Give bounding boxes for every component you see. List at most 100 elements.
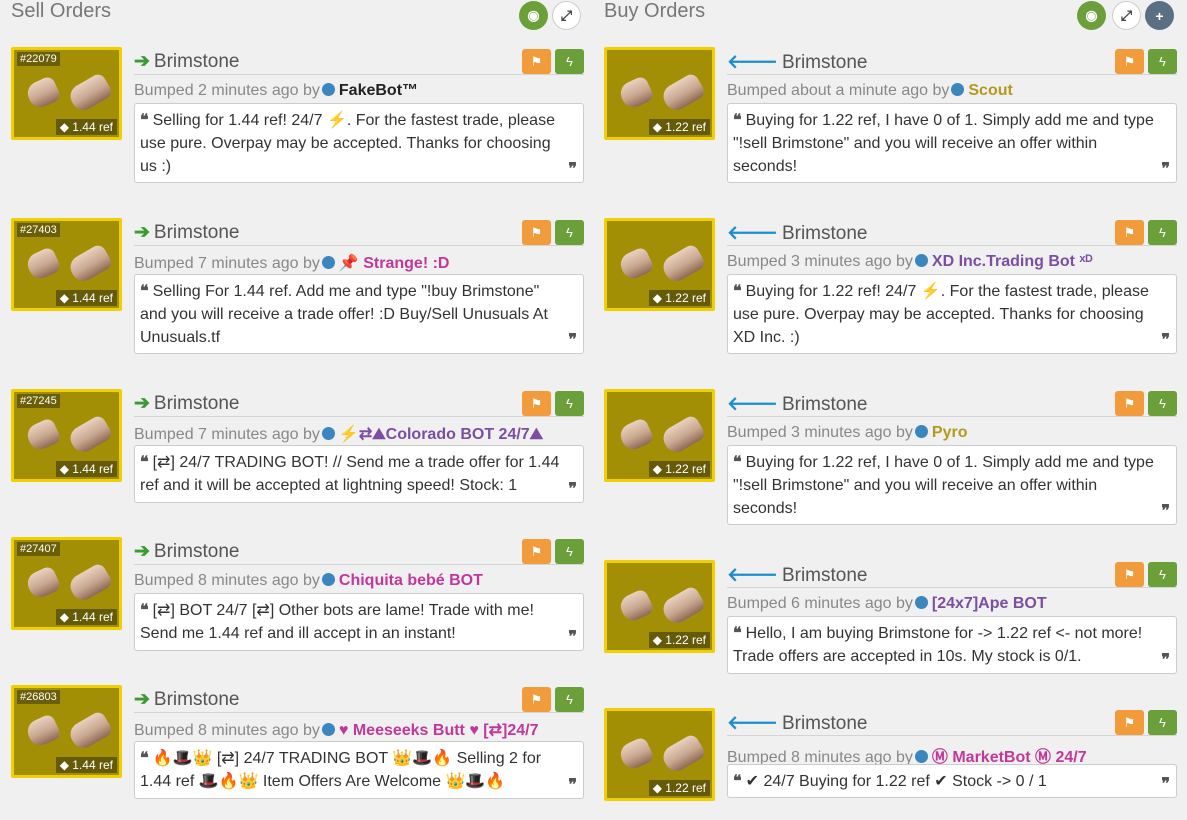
- flag-button[interactable]: ⚑: [1115, 391, 1144, 416]
- flag-button[interactable]: ⚑: [522, 539, 551, 564]
- item-image-part: [23, 712, 63, 750]
- item-thumbnail[interactable]: ◆ 1.22 ref: [604, 560, 715, 653]
- listing-message: ❝ 🔥🎩👑 [⇄] 24/7 TRADING BOT 👑🎩🔥 Selling 2 …: [134, 741, 584, 799]
- user-name[interactable]: [24x7]Ape BOT: [932, 595, 1047, 612]
- listing-message: ❝ Hello, I am buying Brimstone for -> 1.2…: [727, 616, 1177, 674]
- user-name[interactable]: XD Inc.Trading Bot ˣᴰ: [932, 253, 1093, 270]
- online-status-icon: [914, 425, 928, 438]
- quick-trade-button[interactable]: ϟ: [1148, 220, 1177, 245]
- item-image-part: [23, 74, 63, 112]
- item-thumbnail[interactable]: ◆ 1.22 ref: [604, 47, 715, 140]
- flag-button[interactable]: ⚑: [522, 220, 551, 245]
- arrow-left-icon: 🡐: [727, 394, 778, 415]
- price-tag: ◆ 1.22 ref: [648, 119, 710, 135]
- bump-text: Bumped 8 minutes ago by: [134, 722, 320, 739]
- quote-close-icon: ❞: [1161, 332, 1170, 349]
- expand-icon: ⤢: [560, 7, 573, 23]
- item-image-part: [616, 587, 656, 625]
- item-thumbnail[interactable]: #27407 ◆ 1.44 ref: [11, 537, 122, 630]
- item-name[interactable]: Brimstone: [154, 541, 240, 562]
- item-image-part: [66, 413, 114, 457]
- buy-orders-panel: Buy Orders ◉ ⤢ +: [604, 0, 1177, 30]
- flag-icon: ⚑: [1123, 224, 1136, 240]
- quote-open-icon: ❝: [733, 112, 742, 129]
- quick-trade-button[interactable]: ϟ: [555, 220, 584, 245]
- message-text: Selling for 1.44 ref! 24/7 ⚡. For the fa…: [140, 112, 555, 175]
- item-image-part: [23, 564, 63, 602]
- item-image-part: [66, 71, 114, 115]
- item-name[interactable]: Brimstone: [154, 222, 240, 243]
- item-name[interactable]: Brimstone: [782, 52, 868, 73]
- price-tag: ◆ 1.22 ref: [648, 461, 710, 477]
- item-thumbnail[interactable]: #26803 ◆ 1.44 ref: [11, 685, 122, 778]
- flag-icon: ⚑: [530, 691, 543, 707]
- online-status-icon: [321, 256, 335, 269]
- expand-button[interactable]: ⤢: [1112, 1, 1141, 30]
- item-thumbnail[interactable]: ◆ 1.22 ref: [604, 218, 715, 311]
- expand-button[interactable]: ⤢: [552, 1, 581, 30]
- lightning-icon: ϟ: [566, 692, 573, 707]
- item-name[interactable]: Brimstone: [782, 713, 868, 734]
- message-text: [⇄] 24/7 TRADING BOT! // Send me a trade…: [140, 454, 560, 494]
- flag-icon: ⚑: [1123, 53, 1136, 69]
- price-tag: ◆ 1.44 ref: [55, 119, 117, 135]
- lightning-icon: ϟ: [566, 544, 573, 559]
- quick-trade-button[interactable]: ϟ: [555, 539, 584, 564]
- item-name[interactable]: Brimstone: [782, 394, 868, 415]
- flag-button[interactable]: ⚑: [1115, 710, 1144, 735]
- item-name[interactable]: Brimstone: [782, 565, 868, 586]
- bump-text: Bumped 6 minutes ago by: [727, 595, 913, 612]
- message-text: Selling For 1.44 ref. Add me and type "!…: [140, 283, 548, 346]
- item-image-part: [66, 561, 114, 605]
- user-name[interactable]: Pyro: [932, 424, 968, 441]
- bump-text: Bumped 7 minutes ago by: [134, 255, 320, 272]
- toggle-visibility-button[interactable]: ◉: [1077, 1, 1106, 30]
- add-order-button[interactable]: +: [1145, 1, 1174, 30]
- item-thumbnail[interactable]: #27245 ◆ 1.44 ref: [11, 389, 122, 482]
- item-thumbnail[interactable]: ◆ 1.22 ref: [604, 708, 715, 801]
- quote-close-icon: ❞: [568, 481, 577, 498]
- online-status-icon: [321, 723, 335, 736]
- user-name[interactable]: Chiquita bebé BOT: [339, 572, 483, 589]
- item-name[interactable]: Brimstone: [154, 51, 240, 72]
- user-name[interactable]: FakeBot™: [339, 82, 418, 99]
- quote-close-icon: ❞: [1161, 503, 1170, 520]
- quick-trade-button[interactable]: ϟ: [555, 391, 584, 416]
- item-name[interactable]: Brimstone: [154, 689, 240, 710]
- item-image-part: [659, 71, 707, 115]
- flag-icon: ⚑: [1123, 395, 1136, 411]
- flag-button[interactable]: ⚑: [1115, 220, 1144, 245]
- flag-button[interactable]: ⚑: [522, 391, 551, 416]
- user-name[interactable]: ⚡⇄⛰Colorado BOT 24/7⛰: [339, 426, 543, 443]
- arrow-left-icon: 🡐: [727, 52, 778, 73]
- flag-button[interactable]: ⚑: [1115, 562, 1144, 587]
- item-thumbnail[interactable]: #27403 ◆ 1.44 ref: [11, 218, 122, 311]
- item-name[interactable]: Brimstone: [782, 223, 868, 244]
- eye-slash-icon: ◉: [527, 7, 540, 23]
- item-thumbnail[interactable]: ◆ 1.22 ref: [604, 389, 715, 482]
- quick-trade-button[interactable]: ϟ: [555, 687, 584, 712]
- user-name[interactable]: 📌 Strange! :D: [339, 255, 450, 272]
- quote-close-icon: ❞: [568, 629, 577, 646]
- bump-text: Bumped 7 minutes ago by: [134, 426, 320, 443]
- item-image-part: [659, 584, 707, 628]
- quick-trade-button[interactable]: ϟ: [1148, 49, 1177, 74]
- quote-open-icon: ❝: [733, 625, 742, 642]
- item-image-part: [66, 242, 114, 286]
- item-name[interactable]: Brimstone: [154, 393, 240, 414]
- quick-trade-button[interactable]: ϟ: [1148, 710, 1177, 735]
- flag-button[interactable]: ⚑: [1115, 49, 1144, 74]
- flag-button[interactable]: ⚑: [522, 49, 551, 74]
- item-thumbnail[interactable]: #22079 ◆ 1.44 ref: [11, 47, 122, 140]
- flag-button[interactable]: ⚑: [522, 687, 551, 712]
- message-text: Buying for 1.22 ref, I have 0 of 1. Simp…: [733, 454, 1154, 517]
- toggle-visibility-button[interactable]: ◉: [519, 1, 548, 30]
- user-name[interactable]: Scout: [968, 82, 1012, 99]
- quick-trade-button[interactable]: ϟ: [555, 49, 584, 74]
- sell-orders-header: Sell Orders ◉ ⤢: [11, 0, 584, 30]
- user-name[interactable]: ♥ Meeseeks Butt ♥ [⇄]24/7: [339, 722, 539, 739]
- flag-icon: ⚑: [530, 53, 543, 69]
- quick-trade-button[interactable]: ϟ: [1148, 391, 1177, 416]
- quick-trade-button[interactable]: ϟ: [1148, 562, 1177, 587]
- message-text: Buying for 1.22 ref, I have 0 of 1. Simp…: [733, 112, 1154, 175]
